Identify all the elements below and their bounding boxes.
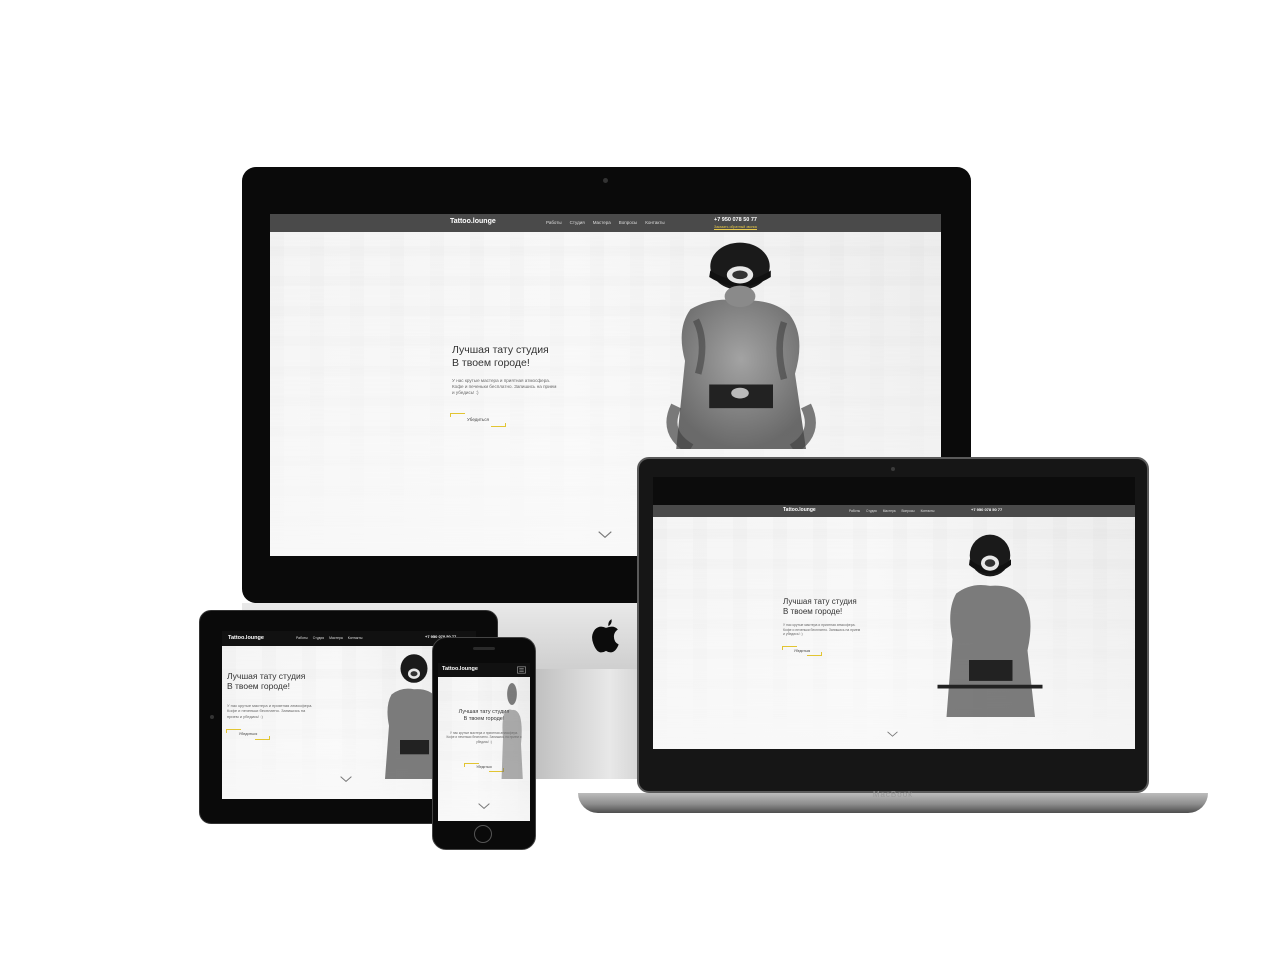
cta-corner-top [450,413,465,417]
hero-tattooed-man-image [666,242,816,449]
nav-item-masters[interactable]: Мастера [593,220,611,225]
cta-corner-top [464,763,479,767]
hero-title: Лучшая тату студия В твоем городе! [227,671,305,691]
hero-description: У нас крутые мастера и приятная атмосфер… [783,623,861,637]
nav-item-studio[interactable]: Студия [866,509,877,513]
site-logo[interactable]: Tattoo.lounge [228,635,264,641]
hero-tattooed-man-image [937,534,1043,717]
site-logo[interactable]: Tattoo.lounge [442,666,478,672]
iphone-site-screen: Tattoo.lounge Лучшая тату студия В твоем… [438,663,530,821]
hero-title: Лучшая тату студия В твоем городе! [783,597,857,616]
nav-item-studio[interactable]: Студия [313,636,324,640]
hero-title-line2: В твоем городе! [452,356,530,369]
hero-title-line2: В твоем городе! [227,681,290,692]
nav-item-faq[interactable]: Вопросы [902,509,915,513]
nav-menu: Работы Студия Мастера Контакты [296,636,362,640]
chevron-down-icon[interactable] [887,731,898,737]
nav-callback-link[interactable]: Заказать обратный звонок [714,225,757,230]
iphone-device: Tattoo.lounge Лучшая тату студия В твоем… [432,637,536,850]
cta-button-label: Убедиться [467,417,489,422]
macbook-screen-bezel-top [653,477,1135,505]
macbook-label: MacBook [872,790,914,799]
nav-item-studio[interactable]: Студия [570,220,585,225]
imac-camera [603,178,608,183]
nav-menu: Работы Студия Мастера Вопросы Контакты [849,509,934,513]
hero-tattooed-man-image [501,683,523,779]
macbook-camera [891,467,895,471]
hero-description: У нас крутые мастера и приятная атмосфер… [452,378,557,396]
cta-corner-bottom [807,652,822,656]
cta-button[interactable]: Убедиться [782,646,822,656]
hero-title-line2: В твоем городе! [783,606,843,616]
cta-button[interactable]: Убедиться [450,413,506,427]
cta-corner-bottom [255,736,270,740]
hamburger-menu-icon[interactable] [517,666,526,674]
cta-corner-bottom [491,423,506,427]
macbook-display: Tattoo.lounge Работы Студия Мастера Вопр… [637,457,1149,793]
chevron-down-icon[interactable] [340,776,352,782]
chevron-down-icon[interactable] [598,531,612,538]
apple-logo-icon [592,619,619,653]
nav-phone[interactable]: +7 950 078 50 77 [714,217,757,223]
hero-title-line1: Лучшая тату студия [227,671,306,681]
cta-corner-top [782,646,797,650]
hero-title-line1: Лучшая тату студия [452,344,549,356]
macbook-site-screen: Tattoo.lounge Работы Студия Мастера Вопр… [653,505,1135,749]
nav-menu: Работы Студия Мастера Вопросы Контакты [546,220,665,225]
site-logo[interactable]: Tattoo.lounge [450,218,496,225]
nav-item-contacts[interactable]: Контакты [348,636,363,640]
nav-item-works[interactable]: Работы [546,220,562,225]
hero-title-line1: Лучшая тату студия [783,597,857,606]
site-nav: Tattoo.lounge Работы Студия Мастера Вопр… [270,214,941,232]
cta-corner-top [226,729,241,733]
cta-button[interactable]: Убедиться [226,729,270,740]
nav-phone[interactable]: +7 950 078 50 77 [971,507,1002,512]
nav-item-contacts[interactable]: Контакты [645,220,664,225]
nav-item-contacts[interactable]: Контакты [921,509,935,513]
chevron-down-icon[interactable] [478,803,490,809]
site-nav: Tattoo.lounge Работы Студия Мастера Вопр… [653,505,1135,517]
site-nav: Tattoo.lounge [438,663,530,677]
macbook-base: MacBook [578,790,1208,813]
site-logo[interactable]: Tattoo.lounge [783,507,816,513]
nav-item-masters[interactable]: Мастера [329,636,343,640]
hero-description: У нас крутые мастера и приятная атмосфер… [227,703,313,719]
nav-item-works[interactable]: Работы [849,509,860,513]
nav-item-faq[interactable]: Вопросы [619,220,637,225]
nav-item-works[interactable]: Работы [296,636,308,640]
iphone-home-button[interactable] [474,825,492,843]
iphone-speaker [473,647,495,650]
ipad-camera [210,715,214,719]
hero-title: Лучшая тату студия В твоем городе! [452,344,549,369]
nav-item-masters[interactable]: Мастера [883,509,896,513]
